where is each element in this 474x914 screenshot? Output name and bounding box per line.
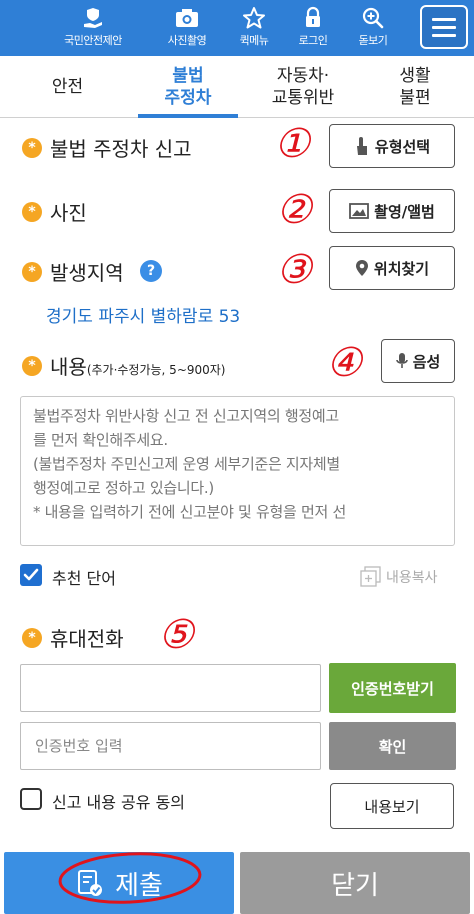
close-button[interactable]: 닫기 [240, 852, 470, 914]
topbar-photo[interactable]: 사진촬영 [152, 6, 222, 54]
topbar-label: 돋보기 [358, 34, 388, 47]
annotation-1: ① [274, 121, 310, 167]
confirm-auth-button[interactable]: 확인 [329, 722, 456, 770]
hamburger-menu-button[interactable] [420, 5, 468, 49]
hand-shield-icon [84, 8, 102, 28]
annotation-5: ⑤ [158, 612, 194, 658]
camera-album-label: 촬영/앨범 [374, 202, 435, 221]
copy-content-button[interactable]: 내용복사 [360, 566, 438, 588]
placeholder-line: * 내용을 입력하기 전에 신고분야 및 유형을 먼저 선 [33, 503, 346, 521]
report-type-label: 불법 주정차 신고 [50, 137, 192, 161]
auth-code-input[interactable]: 인증번호 입력 [20, 722, 321, 770]
share-agree-label: 신고 내용 공유 동의 [52, 793, 186, 812]
voice-input-label: 음성 [412, 352, 441, 371]
location-pin-icon [355, 260, 368, 276]
view-content-button[interactable]: 내용보기 [330, 783, 454, 829]
topbar-zoom[interactable]: 돋보기 [338, 6, 408, 54]
camera-icon [176, 9, 198, 27]
content-textarea[interactable]: 불법주정차 위반사항 신고 전 신고지역의 행정예고 를 먼저 확인해주세요. … [20, 396, 455, 546]
image-icon [349, 203, 370, 219]
camera-album-button[interactable]: 촬영/앨범 [329, 189, 455, 233]
get-auth-code-button[interactable]: 인증번호받기 [329, 663, 456, 713]
lock-icon [306, 6, 320, 27]
share-agree-checkbox[interactable] [20, 788, 42, 810]
location-label: 발생지역 [50, 261, 124, 285]
phone-label: 휴대전화 [50, 627, 124, 651]
required-mark: * [22, 262, 42, 282]
phone-input[interactable] [20, 664, 321, 712]
required-mark: * [22, 356, 42, 376]
help-icon[interactable]: ? [140, 260, 162, 282]
photo-label: 사진 [50, 201, 87, 225]
copy-plus-icon [360, 566, 381, 587]
topbar-label: 사진촬영 [167, 34, 207, 47]
find-location-label: 위치찾기 [373, 259, 430, 278]
location-address: 경기도 파주시 별하람로 53 [46, 307, 241, 327]
select-type-label: 유형선택 [374, 137, 431, 156]
submit-annotation-circle [58, 852, 202, 904]
tap-finger-icon [356, 137, 367, 155]
hamburger-icon [432, 18, 456, 21]
tab-safety[interactable]: 안전 [0, 56, 135, 118]
annotation-2: ② [276, 187, 312, 233]
category-tabs: 안전 불법 주정차 자동차· 교통위반 생활 불편 [0, 56, 474, 118]
content-hint: (추가·수정가능, 5~900자) [86, 363, 226, 377]
placeholder-line: 불법주정차 위반사항 신고 전 신고지역의 행정예고 [33, 407, 339, 425]
copy-content-label: 내용복사 [386, 570, 438, 586]
hamburger-icon [432, 34, 456, 37]
annotation-3: ③ [276, 247, 312, 293]
required-mark: * [22, 202, 42, 222]
voice-input-button[interactable]: 음성 [381, 339, 455, 383]
content-label-text: 내용 [50, 355, 87, 379]
content-label: 내용(추가·수정가능, 5~900자) [50, 351, 226, 380]
required-mark: * [22, 138, 42, 158]
top-navigation-bar: 국민안전제안 사진촬영 퀵메뉴 로그인 돋보기 [0, 0, 474, 56]
annotation-4: ④ [326, 340, 362, 386]
placeholder-line: 행정예고로 정하고 있습니다.) [33, 479, 214, 497]
tab-vehicle-traffic[interactable]: 자동차· 교통위반 [248, 56, 358, 118]
tab-living-inconvenience[interactable]: 생활 불편 [360, 56, 470, 118]
find-location-button[interactable]: 위치찾기 [329, 246, 455, 290]
recommend-words-checkbox[interactable] [20, 564, 42, 586]
hamburger-icon [432, 26, 456, 29]
placeholder-line: (불법주정차 주민신고제 운영 세부기준은 지자체별 [33, 455, 340, 473]
topbar-label: 국민안전제안 [64, 34, 122, 47]
required-mark: * [22, 628, 42, 648]
select-type-button[interactable]: 유형선택 [329, 124, 455, 168]
placeholder-line: 를 먼저 확인해주세요. [33, 431, 168, 449]
topbar-safety-proposal[interactable]: 국민안전제안 [58, 6, 128, 54]
recommend-words-label: 추천 단어 [52, 569, 116, 588]
tab-illegal-parking[interactable]: 불법 주정차 [138, 56, 238, 118]
zoom-plus-icon [362, 7, 384, 29]
star-icon [243, 7, 265, 29]
checkmark-icon [23, 568, 39, 581]
microphone-icon [395, 353, 408, 368]
